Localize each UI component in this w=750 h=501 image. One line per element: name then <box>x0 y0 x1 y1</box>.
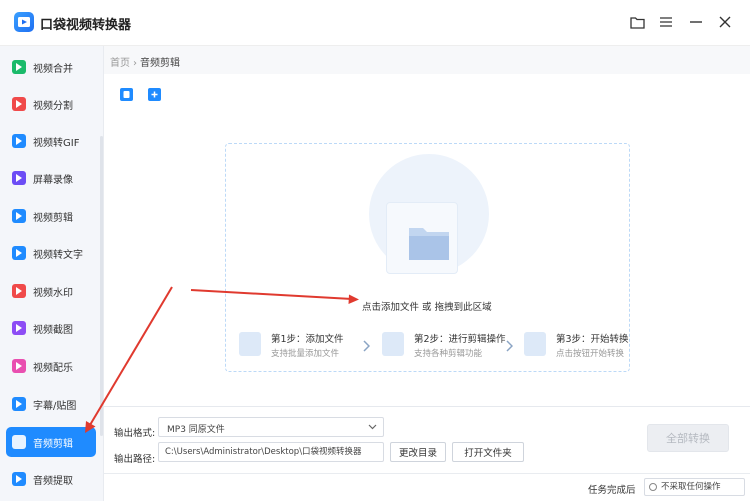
sidebar-item[interactable]: 视频水印 <box>6 276 96 306</box>
sidebar-item[interactable]: 视频配乐 <box>6 351 96 381</box>
sidebar-item[interactable]: 音频提取 <box>6 464 96 494</box>
step-title: 第2步：进行剪辑操作 <box>414 334 506 345</box>
sidebar-item[interactable]: 视频转文字 <box>6 238 96 268</box>
sidebar-item[interactable]: 视频剪辑 <box>6 201 96 231</box>
sidebar-item-label: 字幕/贴图 <box>33 400 77 412</box>
title-bar: 口袋视频转换器 <box>0 0 750 46</box>
video-music-icon <box>12 359 26 373</box>
step-subtitle: 支持各种剪辑功能 <box>414 349 483 359</box>
subtitle-icon <box>12 397 26 411</box>
step-subtitle: 点击按钮开始转换 <box>556 349 625 359</box>
video-gif-icon <box>12 134 26 148</box>
sidebar-item-label: 屏幕录像 <box>33 174 73 186</box>
sidebar-item[interactable]: 视频截图 <box>6 313 96 343</box>
sidebar-item[interactable]: 音频剪辑 <box>6 427 96 457</box>
sidebar-item-label: 视频水印 <box>33 287 73 299</box>
video-screenshot-icon <box>12 321 26 335</box>
app-title: 口袋视频转换器 <box>40 18 132 33</box>
audio-extract-icon <box>12 472 26 486</box>
video-text-icon <box>12 246 26 260</box>
prohibit-icon <box>649 483 657 491</box>
screen-record-icon <box>12 171 26 185</box>
audio-edit-icon <box>12 435 26 449</box>
sidebar-item[interactable]: 视频转GIF <box>6 126 96 156</box>
chevron-down-icon <box>368 424 377 430</box>
sidebar-item-label: 音频剪辑 <box>33 438 73 450</box>
change-directory-button[interactable]: 更改目录 <box>390 442 446 462</box>
sidebar-item-label: 视频剪辑 <box>33 212 73 224</box>
menu-icon[interactable] <box>657 13 675 31</box>
step-subtitle: 支持批量添加文件 <box>271 349 340 359</box>
video-watermark-icon <box>12 284 26 298</box>
add-folder-icon[interactable] <box>148 88 161 101</box>
chevron-right-icon <box>363 340 370 352</box>
sidebar-item-label: 视频配乐 <box>33 362 73 374</box>
sidebar-item-label: 视频截图 <box>33 324 73 336</box>
step-title: 第1步：添加文件 <box>271 334 344 345</box>
file-dropzone[interactable]: 点击添加文件 或 拖拽到此区域 第1步：添加文件 支持批量添加文件 第2步：进行… <box>225 143 630 372</box>
breadcrumb-bar <box>104 46 750 74</box>
video-edit-icon <box>12 209 26 223</box>
sidebar-item[interactable]: 视频合并 <box>6 52 96 82</box>
dropzone-prompt: 点击添加文件 或 拖拽到此区域 <box>362 299 492 313</box>
folder-icon-large <box>407 222 451 262</box>
output-format-value: MP3 同原文件 <box>167 425 225 435</box>
footer-bar: 任务完成后 不采取任何操作 <box>104 473 750 501</box>
dropzone-prompt-or: 或 <box>422 302 432 313</box>
breadcrumb: 首页 › 音频剪辑 <box>110 54 180 69</box>
sidebar-item-label: 视频转GIF <box>33 137 80 149</box>
breadcrumb-current: 音频剪辑 <box>140 58 180 69</box>
after-task-select[interactable]: 不采取任何操作 <box>644 478 745 496</box>
sidebar-item-label: 视频转文字 <box>33 249 83 261</box>
sidebar-item[interactable]: 字幕/贴图 <box>6 389 96 419</box>
minimize-icon[interactable] <box>687 13 705 31</box>
breadcrumb-separator: › <box>133 58 137 69</box>
step-title: 第3步：开始转换 <box>556 334 629 345</box>
after-task-value: 不采取任何操作 <box>661 482 721 492</box>
dropzone-prompt-drag: 拖拽到此区域 <box>434 302 492 313</box>
after-task-label: 任务完成后 <box>588 485 636 496</box>
sidebar: 视频合并视频分割视频转GIF 屏幕录像视频剪辑视频转文字视频水印视频截图视频配乐字… <box>0 46 104 501</box>
add-file-icon[interactable] <box>120 88 133 101</box>
output-path-field[interactable]: C:\Users\Administrator\Desktop\口袋视频转换器 <box>158 442 384 462</box>
video-split-icon <box>12 97 26 111</box>
sidebar-item-label: 音频提取 <box>33 475 73 487</box>
output-format-label: 输出格式: <box>114 428 156 439</box>
add-file-step-icon <box>239 332 261 356</box>
output-path-label: 输出路径: <box>114 454 156 465</box>
convert-step-icon <box>524 332 546 356</box>
sidebar-item[interactable]: 屏幕录像 <box>6 163 96 193</box>
app-logo-icon <box>14 12 34 32</box>
sidebar-item-label: 视频合并 <box>33 63 73 75</box>
sidebar-item[interactable]: 视频分割 <box>6 89 96 119</box>
convert-all-button[interactable]: 全部转换 <box>647 424 729 452</box>
main-panel: 首页 › 音频剪辑 点击添加文件 或 拖拽到此区域 第1步：添加文件 支持批量添加文… <box>104 46 750 501</box>
sidebar-item-label: 视频分割 <box>33 100 73 112</box>
dropzone-prompt-main: 点击添加文件 <box>362 302 420 313</box>
close-icon[interactable] <box>716 13 734 31</box>
sidebar-scrollbar[interactable] <box>100 136 103 436</box>
output-format-select[interactable]: MP3 同原文件 <box>158 417 384 437</box>
chevron-right-icon <box>506 340 513 352</box>
video-merge-icon <box>12 60 26 74</box>
breadcrumb-home[interactable]: 首页 <box>110 58 130 69</box>
folder-icon[interactable] <box>628 13 646 31</box>
edit-step-icon <box>382 332 404 356</box>
open-folder-button[interactable]: 打开文件夹 <box>452 442 524 462</box>
